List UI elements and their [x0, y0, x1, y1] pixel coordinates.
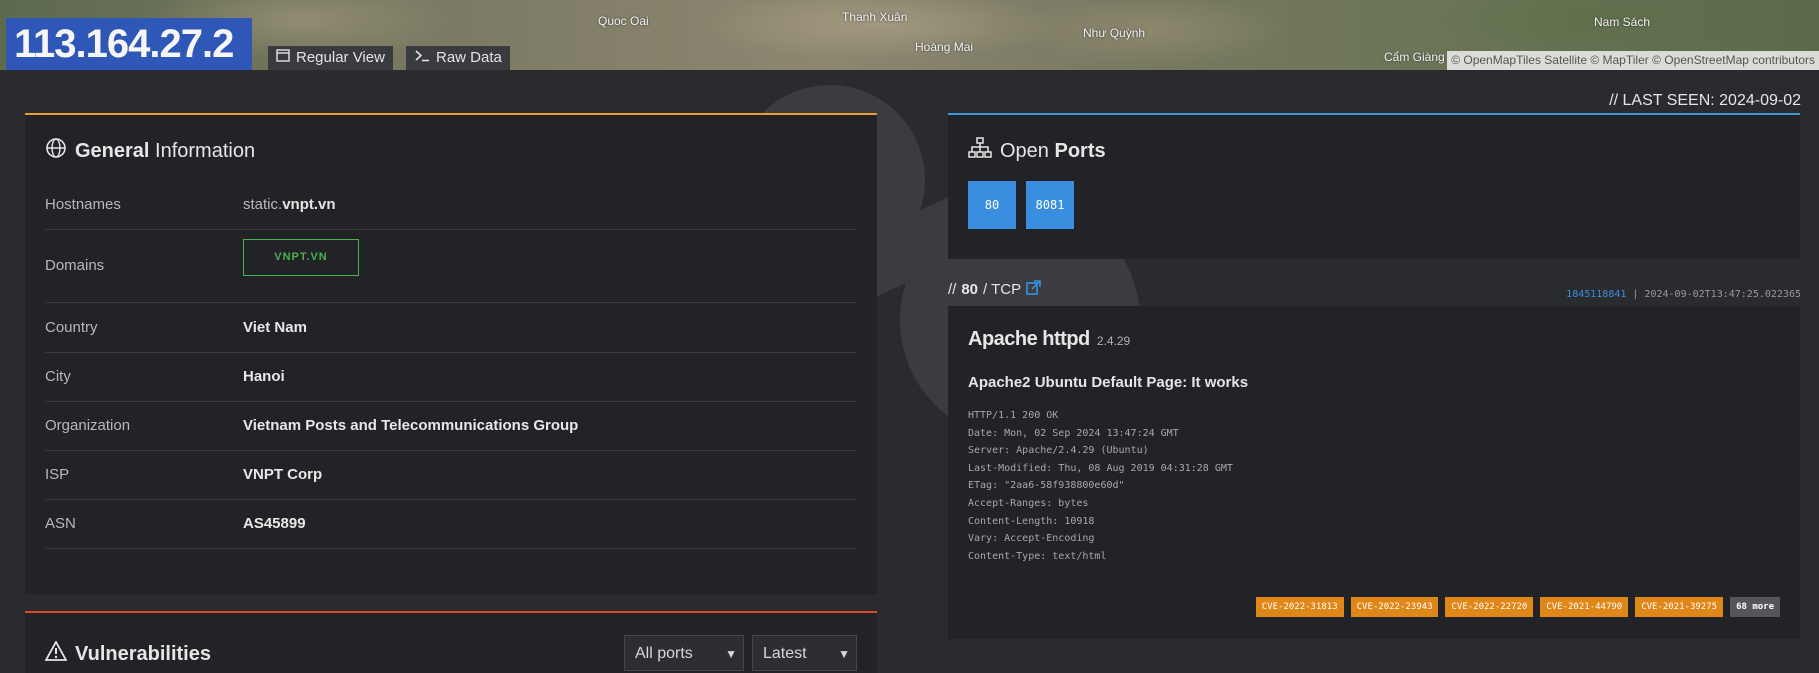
- port-chip-8081[interactable]: 8081: [1026, 181, 1074, 229]
- cve-badge[interactable]: CVE-2021-44790: [1540, 597, 1629, 617]
- terminal-icon: [414, 46, 430, 70]
- city-value: Hanoi: [243, 368, 285, 385]
- domain-tag[interactable]: VNPT.VN: [243, 239, 359, 276]
- port-chip-80[interactable]: 80: [968, 181, 1016, 229]
- info-label: City: [45, 368, 71, 385]
- info-row-hostnames: Hostnames static.vnpt.vn: [45, 180, 857, 230]
- chevron-down-icon: ▼: [838, 647, 850, 661]
- globe-icon: [45, 137, 67, 165]
- raw-data-label: Raw Data: [436, 49, 502, 66]
- open-ports-panel: Open Ports: [948, 113, 1800, 259]
- map-label: Cẩm Giàng: [1384, 50, 1445, 64]
- cve-badge[interactable]: CVE-2022-23943: [1350, 597, 1439, 617]
- banner-hash-link[interactable]: 1845118841: [1566, 289, 1626, 300]
- regular-view-label: Regular View: [296, 49, 385, 66]
- map-label: Nam Sách: [1594, 15, 1651, 29]
- info-label: Hostnames: [45, 196, 121, 213]
- service-panel: Apache httpd 2.4.29 Apache2 Ubuntu Defau…: [948, 306, 1800, 639]
- title-rest: Information: [149, 139, 256, 162]
- map-label: Như Quỳnh: [1083, 26, 1146, 40]
- chevron-down-icon: ▼: [725, 647, 737, 661]
- service-port-header: // 80 / TCP: [948, 280, 1041, 299]
- external-link-icon[interactable]: [1026, 280, 1041, 299]
- info-row-country: Country Viet Nam: [45, 303, 857, 353]
- ip-address-title[interactable]: 113.164.27.2: [6, 18, 252, 70]
- warning-icon: [44, 640, 68, 667]
- cve-badge[interactable]: CVE-2021-39275: [1635, 597, 1724, 617]
- info-label: Organization: [45, 417, 131, 434]
- raw-data-button[interactable]: Raw Data: [406, 46, 510, 70]
- sort-select[interactable]: Latest ▼: [752, 635, 857, 671]
- http-response-banner: HTTP/1.1 200 OK Date: Mon, 02 Sep 2024 1…: [968, 410, 1233, 562]
- asn-value[interactable]: AS45899: [243, 499, 306, 548]
- more-cves-badge[interactable]: 68 more: [1730, 597, 1780, 617]
- port-number: 80: [961, 281, 979, 298]
- sort-value: Latest: [763, 645, 807, 662]
- port-protocol: / TCP: [983, 281, 1022, 298]
- info-label: ASN: [45, 515, 76, 532]
- info-row-isp: ISP VNPT Corp: [45, 450, 857, 500]
- window-icon: [276, 46, 290, 70]
- cve-badge[interactable]: CVE-2022-22720: [1445, 597, 1534, 617]
- map-attribution[interactable]: © OpenMapTiles Satellite © MapTiler © Op…: [1447, 51, 1819, 70]
- organization-value[interactable]: Vietnam Posts and Telecommunications Gro…: [243, 401, 578, 450]
- info-row-city: City Hanoi: [45, 352, 857, 402]
- ports-filter-select[interactable]: All ports ▼: [624, 635, 744, 671]
- open-ports-title: Open Ports: [968, 137, 1106, 165]
- hostname-value: static.vnpt.vn: [243, 196, 336, 213]
- cve-badge[interactable]: CVE-2022-31813: [1255, 597, 1344, 617]
- country-value: Viet Nam: [243, 319, 307, 336]
- general-information-title: General Information: [45, 137, 255, 165]
- vulnerabilities-title: Vulnerabilities: [44, 640, 211, 667]
- last-seen-label: // LAST SEEN: 2024-09-02: [1609, 92, 1801, 109]
- info-row-asn: ASN AS45899: [45, 499, 857, 549]
- http-page-title: Apache2 Ubuntu Default Page: It works: [968, 374, 1249, 391]
- ports-filter-value: All ports: [635, 645, 693, 662]
- service-meta: 1845118841 | 2024-09-02T13:47:25.022365: [1566, 289, 1801, 300]
- port-prefix: //: [948, 281, 957, 298]
- info-row-organization: Organization Vietnam Posts and Telecommu…: [45, 401, 857, 451]
- vulnerabilities-label: Vulnerabilities: [75, 642, 211, 665]
- title-bold: Ports: [1054, 139, 1106, 162]
- vulnerabilities-panel: Vulnerabilities All ports ▼ Latest ▼: [25, 611, 877, 673]
- service-version: 2.4.29: [1096, 334, 1131, 348]
- service-product: Apache httpd 2.4.29: [968, 328, 1131, 350]
- map-label: Quoc Oai: [598, 14, 649, 28]
- info-row-domains: Domains VNPT.VN: [45, 230, 857, 303]
- network-icon: [968, 137, 992, 165]
- banner-timestamp: | 2024-09-02T13:47:25.022365: [1626, 289, 1801, 300]
- info-label: Country: [45, 319, 98, 336]
- cve-badges: CVE-2022-31813 CVE-2022-23943 CVE-2022-2…: [1255, 597, 1780, 617]
- regular-view-button[interactable]: Regular View: [268, 46, 393, 70]
- info-label: Domains: [45, 257, 105, 274]
- title-rest: Open: [1000, 139, 1055, 162]
- map-label: Hoàng Mai: [915, 40, 974, 54]
- map-label: Thanh Xuân: [842, 10, 908, 24]
- isp-value[interactable]: VNPT Corp: [243, 450, 322, 499]
- title-bold: General: [75, 139, 150, 162]
- general-information-panel: General Information Hostnames static.vnp…: [25, 113, 877, 594]
- info-label: ISP: [45, 466, 70, 483]
